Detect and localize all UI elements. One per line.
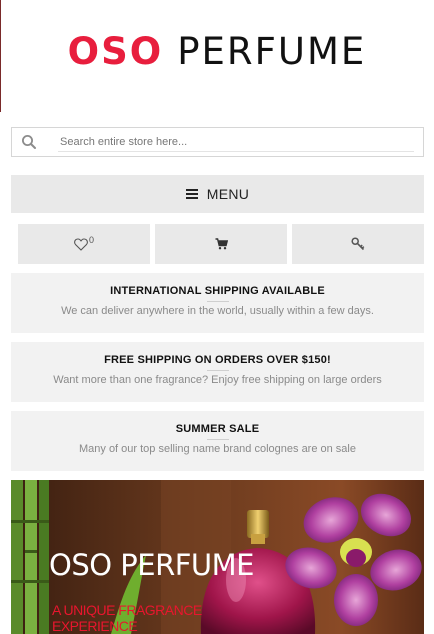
promo-title: INTERNATIONAL SHIPPING AVAILABLE xyxy=(110,285,325,297)
promo-title: FREE SHIPPING ON ORDERS OVER $150! xyxy=(104,354,331,366)
heart-icon xyxy=(74,237,88,251)
search-input[interactable] xyxy=(58,132,414,152)
promo-divider xyxy=(207,439,229,440)
promo-text: We can deliver anywhere in the world, us… xyxy=(61,305,374,317)
promo-divider xyxy=(207,370,229,371)
promo-text: Many of our top selling name brand colog… xyxy=(78,443,356,455)
promo-free-shipping: FREE SHIPPING ON ORDERS OVER $150! Want … xyxy=(11,342,424,402)
menu-button[interactable]: MENU xyxy=(11,175,424,213)
banner-title: OSO PERFUME xyxy=(49,548,255,582)
logo-text-black: PERFUME xyxy=(177,30,367,73)
hamburger-icon xyxy=(185,189,198,199)
search-icon[interactable] xyxy=(21,134,37,150)
site-logo[interactable]: OSO PERFUME xyxy=(0,30,434,73)
promo-international-shipping: INTERNATIONAL SHIPPING AVAILABLE We can … xyxy=(11,273,424,333)
logo-text-red: OSO xyxy=(67,30,164,73)
account-button[interactable] xyxy=(292,224,424,264)
promo-title: SUMMER SALE xyxy=(175,423,260,435)
promo-summer-sale: SUMMER SALE Many of our top selling name… xyxy=(11,411,424,471)
wishlist-count: 0 xyxy=(88,235,94,245)
wishlist-button[interactable]: 0 xyxy=(18,224,150,264)
promo-text: Want more than one fragrance? Enjoy free… xyxy=(53,374,382,386)
cart-button[interactable] xyxy=(155,224,287,264)
promo-divider xyxy=(207,301,229,302)
banner-subtitle: A UNIQUE FRAGRANCE EXPERIENCE xyxy=(52,602,202,634)
cart-icon xyxy=(215,238,228,250)
key-icon xyxy=(351,237,365,251)
menu-label: MENU xyxy=(206,186,250,202)
hero-banner[interactable]: OSO PERFUME A UNIQUE FRAGRANCE EXPERIENC… xyxy=(11,480,424,634)
search-bar xyxy=(11,127,424,157)
